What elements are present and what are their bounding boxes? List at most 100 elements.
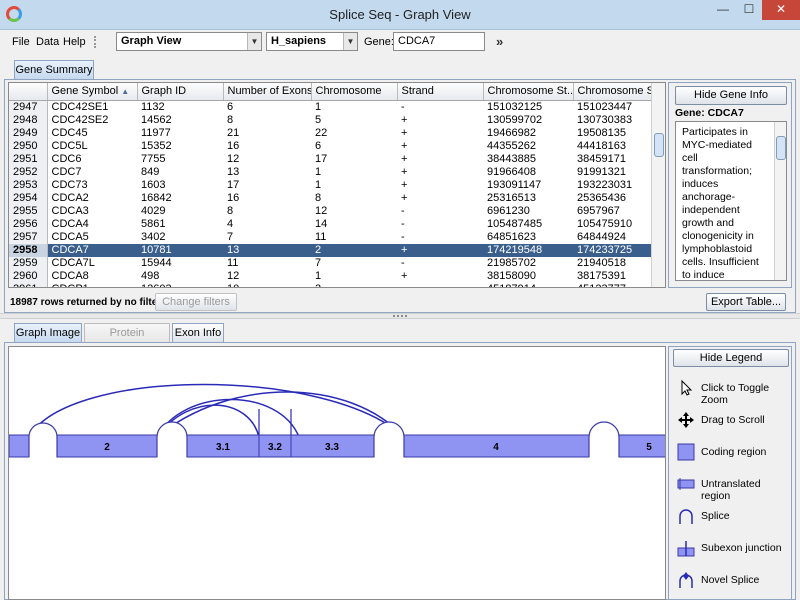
table-row[interactable]: 2952 CDC7 849 13 1 +91966408 91991321 [9, 165, 653, 179]
table-cell: 498 [141, 269, 160, 282]
table-cell: 193091147 [487, 178, 542, 191]
table-cell: + [401, 113, 408, 126]
column-header-gene-symbol[interactable]: Gene Symbol ▲ [47, 83, 138, 101]
scrollbar-thumb[interactable] [776, 136, 786, 160]
table-cell: + [401, 126, 408, 139]
view-select[interactable]: Graph View ▼ [116, 32, 262, 51]
table-cell: 1 [315, 178, 322, 191]
column-header-label: Gene Symbol [51, 85, 119, 98]
table-cell: CDCA2 [51, 191, 89, 204]
exon-label: 3.2 [268, 442, 282, 453]
hide-legend-button[interactable]: Hide Legend [673, 349, 789, 367]
species-select[interactable]: H_sapiens ▼ [266, 32, 358, 51]
row-number-cell: 2959 [9, 256, 48, 270]
table-cell: - [401, 256, 405, 269]
table-cell: 25316513 [487, 191, 536, 204]
table-cell: 193223031 [577, 178, 633, 191]
table-cell: 15944 [141, 256, 172, 269]
split-pane-divider[interactable] [0, 313, 800, 319]
move-icon [678, 412, 694, 428]
table-cell: 16842 [141, 191, 172, 204]
intron-hump [156, 421, 188, 457]
toolbar: File Data Help Graph View ▼ H_sapiens ▼ … [0, 30, 800, 54]
table-cell: 11 [315, 230, 327, 243]
table-cell: 174219548 [483, 243, 573, 257]
table-cell: 3402 [141, 230, 166, 243]
table-row[interactable]: 2951 CDC6 7755 12 17 +38443885 38459171 [9, 152, 653, 166]
table-row[interactable]: 2954 CDCA2 16842 16 8 +25316513 25365436 [9, 191, 653, 205]
table-cell: 12603 [137, 283, 223, 288]
tab-exon-info[interactable]: Exon Info [172, 323, 224, 343]
column-header-graph-id[interactable]: Graph ID [137, 83, 224, 101]
legend-item-untranslated: Untranslated region [675, 473, 791, 502]
column-header-chromosome-start[interactable]: Chromosome St... [483, 83, 574, 101]
table-row[interactable]: 2950 CDC5L 15352 16 6 +44355262 44418163 [9, 139, 653, 153]
row-number-cell: 2947 [9, 100, 48, 114]
table-cell: + [401, 178, 408, 191]
column-header-strand[interactable]: Strand [397, 83, 484, 101]
description-scrollbar[interactable] [774, 122, 786, 280]
legend-label: Novel Splice [701, 574, 760, 586]
row-number-cell: 2958 [9, 243, 48, 257]
table-row[interactable]: 2959 CDCA7L 15944 11 7 - 21985702 21940518 [9, 256, 653, 270]
table-row[interactable]: 2957 CDCA5 3402 7 11 - 64851623 64844924 [9, 230, 653, 244]
table-row[interactable]: 2956 CDCA4 5861 4 14 - 105487485 105475910 [9, 217, 653, 231]
table-cell: 64851623 [487, 230, 536, 243]
table-cell: 8 [315, 191, 322, 204]
table-row[interactable]: 2948 CDC42SE2 14562 8 5 +130599702 130730383 [9, 113, 653, 127]
table-cell: 16 [227, 139, 240, 152]
title-bar: Splice Seq - Graph View — ☐ ✕ [0, 0, 800, 30]
table-cell: CDCA3 [51, 204, 89, 217]
table-cell: 38175391 [577, 269, 626, 282]
export-table-button[interactable]: Export Table... [706, 293, 786, 311]
maximize-button[interactable]: ☐ [736, 0, 762, 20]
exon-label: 4 [493, 442, 499, 453]
change-filters-button[interactable]: Change filters [155, 293, 237, 311]
scrollbar-thumb[interactable] [654, 133, 664, 157]
table-cell: CDC45 [51, 126, 88, 139]
column-header-chromosome-stop[interactable]: Chromosome St... [573, 83, 654, 101]
intron-hump [373, 421, 405, 457]
menu-file[interactable]: File [12, 36, 30, 48]
exon-block[interactable] [9, 434, 30, 458]
table-cell: 12 [315, 204, 328, 217]
minimize-button[interactable]: — [710, 0, 736, 20]
table-cell: 11 [227, 256, 239, 269]
column-header-chromosome[interactable]: Chromosome [311, 83, 398, 101]
splice-graph-canvas[interactable]: 2 3.1 3.2 3.3 4 5 [8, 346, 666, 600]
table-cell: 105475910 [577, 217, 633, 230]
tab-gene-summary[interactable]: Gene Summary [14, 60, 94, 80]
table-row[interactable]: 2955 CDCA3 4029 8 12 - 6961230 6957967 [9, 204, 653, 218]
table-row[interactable]: 2958 CDCA7 10781 13 2 +174219548 174233725 [9, 243, 653, 257]
table-row[interactable]: 2953 CDC73 1603 17 1 +193091147 193223031 [9, 178, 653, 192]
close-button[interactable]: ✕ [762, 0, 800, 20]
table-cell: 130730383 [577, 113, 633, 126]
table-cell: 15352 [141, 139, 172, 152]
hide-gene-info-button[interactable]: Hide Gene Info [675, 86, 787, 105]
row-number-cell: 2951 [9, 152, 48, 166]
splice-graph[interactable]: 2 3.1 3.2 3.3 4 5 [9, 347, 666, 600]
row-number-cell: 2957 [9, 230, 48, 244]
column-header-number-of-exons[interactable]: Number of Exons [223, 83, 312, 101]
gene-input[interactable]: CDCA7 [393, 32, 485, 51]
tab-graph-image[interactable]: Graph Image [14, 323, 82, 343]
table-row[interactable]: 2960 CDCA8 498 12 1 +38158090 38175391 [9, 269, 653, 283]
table-row[interactable]: 2947 CDC42SE1 1132 6 1 - 151032125 151023447 [9, 100, 653, 114]
menu-help[interactable]: Help [63, 36, 86, 48]
table-cell: CDCA7L [51, 256, 95, 269]
legend-label: Click to Toggle Zoom [701, 382, 770, 406]
table-header: Gene Symbol ▲ Graph ID Number of Exons C… [9, 83, 654, 101]
legend-panel: Hide Legend Click to Toggle Zoom Drag to… [668, 346, 792, 600]
gene-description: Participates in MYC-mediated cell transf… [682, 126, 759, 281]
table-row[interactable]: 2961CDCP112603103-4518791445123777 [9, 282, 653, 288]
table-cell: 1 [315, 269, 322, 282]
table-cell: 45187914 [483, 283, 573, 288]
menu-data[interactable]: Data [36, 36, 59, 48]
exon-block-5[interactable] [618, 434, 666, 458]
table-row[interactable]: 2949 CDC45 11977 21 22 +19466982 19508135 [9, 126, 653, 140]
tab-protein-sequence[interactable]: Protein Sequence [84, 323, 170, 357]
exon-label: 5 [646, 442, 652, 453]
table-scrollbar[interactable] [651, 83, 665, 287]
gene-info-panel: Hide Gene Info Gene: CDCA7 Participates … [668, 82, 792, 288]
go-arrow-icon[interactable]: » [496, 34, 503, 49]
